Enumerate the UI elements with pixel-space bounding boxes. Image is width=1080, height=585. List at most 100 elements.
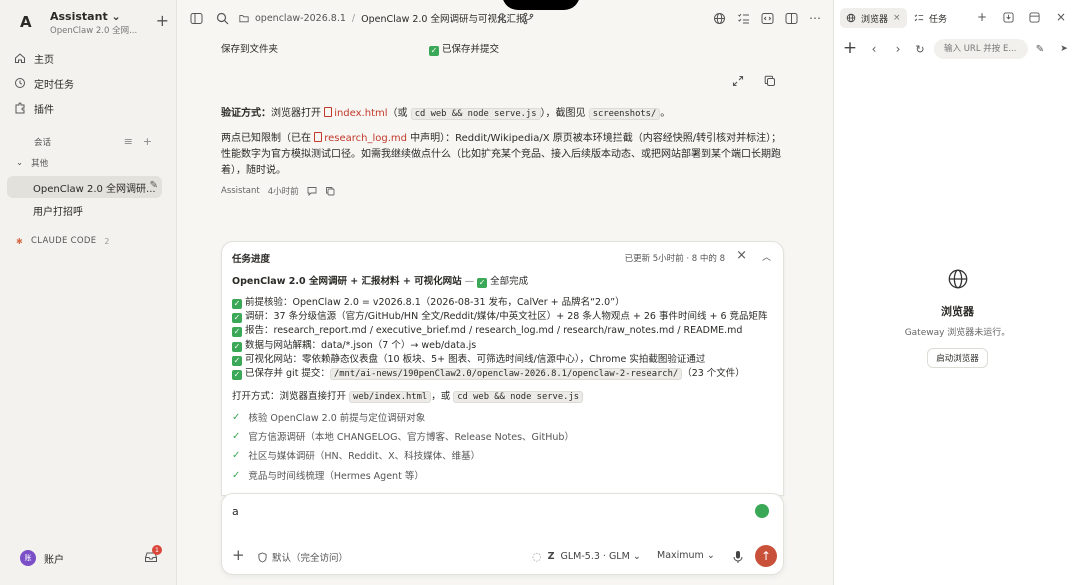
progress-item: ✓ 报告：research_report.md / executive_brief… bbox=[232, 322, 742, 337]
open-label: 打开方式：浏览器直接打开 bbox=[232, 391, 350, 402]
add-session-icon[interactable]: + bbox=[143, 135, 152, 148]
open-method-line: 打开方式：浏览器直接打开 web/index.html ，或 cd web && … bbox=[232, 388, 584, 403]
expand-icon[interactable] bbox=[731, 74, 745, 88]
inline-code: cd web && node serve.js bbox=[453, 391, 584, 403]
chevron-up-icon[interactable]: ︿ bbox=[762, 250, 771, 263]
progress-item-text: 可视化网站：零依赖静态仪表盘（10 板块、5+ 图表、可筛选时间线/信源中心），… bbox=[245, 354, 706, 365]
send-button[interactable]: ↑ bbox=[755, 545, 777, 567]
tab-tasks[interactable]: 任务 bbox=[908, 8, 953, 28]
task-item: ✓ 竞品与时间线梳理（Hermes Agent 等） bbox=[232, 468, 424, 483]
card-title: 任务进度 bbox=[232, 254, 271, 265]
new-chat-button[interactable]: + bbox=[156, 12, 169, 30]
toggle-sidebar-button[interactable] bbox=[187, 9, 205, 27]
model-selector[interactable]: ◌ Z GLM-5.3 · GLM ⌄ bbox=[532, 550, 641, 563]
file-link-research-log[interactable]: research_log.md bbox=[314, 132, 407, 144]
workspace-title[interactable]: Assistant ⌄ bbox=[50, 10, 121, 23]
forward-icon[interactable]: › bbox=[890, 41, 906, 57]
open-or: ，或 bbox=[431, 391, 454, 402]
download-icon bbox=[1002, 11, 1014, 23]
sidebar-item-plugins[interactable]: 插件 bbox=[14, 98, 164, 118]
verify-text: 。 bbox=[660, 108, 671, 119]
composer-input[interactable]: a bbox=[232, 505, 239, 518]
globe-icon bbox=[846, 13, 856, 23]
pencil-icon[interactable]: ✎ bbox=[1032, 41, 1048, 57]
save-label: 保存到文件夹 bbox=[221, 44, 279, 55]
file-icon bbox=[324, 107, 333, 117]
file-link-index[interactable]: index.html bbox=[324, 107, 388, 119]
new-tab-button[interactable]: + bbox=[974, 9, 990, 25]
workspace-switcher[interactable]: A Assistant ⌄ OpenClaw 2.0 全网... + bbox=[14, 10, 169, 36]
verify-lead: 验证方式： bbox=[221, 108, 271, 119]
conversation-item-greeting[interactable]: 用户打招呼 bbox=[7, 199, 162, 221]
save-tab-button[interactable] bbox=[1000, 9, 1016, 25]
web-button[interactable] bbox=[710, 9, 728, 27]
close-panel-button[interactable]: × bbox=[1053, 9, 1069, 25]
inline-code: /mnt/ai-news/190penClaw2.0/openclaw-2026… bbox=[329, 368, 683, 380]
back-icon[interactable]: ‹ bbox=[866, 41, 882, 57]
pencil-icon[interactable]: ✎ bbox=[150, 180, 158, 191]
code-panel-button[interactable] bbox=[758, 9, 776, 27]
progress-item-git: ✓ 已保存并 git 提交：/mnt/ai-news/190penClaw2.0/… bbox=[232, 365, 745, 380]
tab-browser[interactable]: 浏览器 × bbox=[840, 8, 907, 28]
checklist-button[interactable] bbox=[734, 9, 752, 27]
people-button[interactable] bbox=[493, 9, 511, 27]
task-item-text: 竞品与时间线梳理（Hermes Agent 等） bbox=[248, 471, 424, 482]
inbox-button[interactable]: 1 bbox=[144, 545, 162, 564]
task-item-text: 核验 OpenClaw 2.0 前提与定位调研对象 bbox=[248, 413, 426, 424]
attach-button[interactable]: + bbox=[232, 546, 245, 564]
home-icon bbox=[15, 53, 25, 63]
comment-icon[interactable] bbox=[307, 186, 317, 196]
sidebar-item-home[interactable]: 主页 bbox=[14, 48, 164, 68]
plus-icon: + bbox=[976, 10, 988, 24]
progress-item: ✓ 前提核验：OpenClaw 2.0 = v2026.8.1（2026-08-3… bbox=[232, 294, 625, 309]
model-label: GLM-5.3 · GLM ⌄ bbox=[560, 551, 641, 562]
more-icon: ⋯ bbox=[809, 11, 821, 25]
more-button[interactable]: ⋯ bbox=[806, 9, 824, 27]
effort-selector[interactable]: Maximum ⌄ bbox=[657, 550, 715, 561]
plus-icon[interactable]: + bbox=[842, 38, 858, 58]
checkmark-icon: ✓ bbox=[232, 430, 241, 442]
spinner-icon: ◌ bbox=[532, 550, 542, 563]
close-icon[interactable]: × bbox=[893, 13, 901, 23]
bot-status-icon bbox=[755, 504, 769, 518]
sidebar-item-scheduled[interactable]: 定时任务 bbox=[14, 73, 164, 93]
check-icon: ✓ bbox=[232, 370, 242, 380]
panel-layout-button[interactable] bbox=[1026, 9, 1042, 25]
account-button[interactable]: 账 账户 bbox=[20, 550, 64, 566]
task-item-text: 官方信源调研（本地 CHANGELOG、官方博客、Release Notes、G… bbox=[248, 432, 574, 443]
people-icon bbox=[497, 12, 506, 23]
progress-item: ✓ 数据与网站解耦：data/*.json（7 个）→ web/data.js bbox=[232, 337, 476, 352]
search-button[interactable] bbox=[213, 9, 231, 27]
progress-item-text: 报告：research_report.md / executive_brief.… bbox=[245, 325, 743, 336]
url-input[interactable] bbox=[934, 39, 1028, 59]
split-view-button[interactable] bbox=[782, 9, 800, 27]
verify-text: 浏览器打开 bbox=[271, 108, 325, 119]
microphone-icon[interactable] bbox=[732, 550, 744, 564]
claude-code-group[interactable]: ✱ CLAUDE CODE 2 bbox=[16, 236, 110, 246]
reload-icon[interactable]: ↻ bbox=[912, 41, 928, 57]
pointer-icon[interactable]: ➤ bbox=[1056, 41, 1072, 57]
progress-item-text: 数据与网站解耦：data/*.json（7 个）→ web/data.js bbox=[245, 340, 477, 351]
conversation-label: OpenClaw 2.0 全网调研... bbox=[33, 183, 156, 195]
camera-notch bbox=[502, 0, 580, 10]
file-link-label: index.html bbox=[334, 108, 388, 119]
start-browser-button[interactable]: 启动浏览器 bbox=[927, 348, 988, 368]
access-mode-selector[interactable]: 默认（完全访问） bbox=[258, 550, 348, 564]
close-icon[interactable]: × bbox=[736, 248, 747, 263]
branch-button[interactable] bbox=[519, 9, 537, 27]
breadcrumb-folder[interactable]: openclaw-2026.8.1 bbox=[255, 13, 346, 24]
account-label: 账户 bbox=[44, 554, 64, 566]
conversation-item-openclaw[interactable]: OpenClaw 2.0 全网调研... ✎ bbox=[7, 176, 162, 198]
group-toggle-other[interactable]: ⌄ 其他 bbox=[16, 157, 48, 169]
copy-icon[interactable] bbox=[763, 74, 777, 88]
copy-icon[interactable] bbox=[325, 186, 335, 196]
message-composer[interactable]: a + 默认（完全访问） ◌ Z GLM-5.3 · GLM ⌄ Maximum… bbox=[221, 493, 784, 575]
inline-code: web/index.html bbox=[349, 391, 432, 403]
card-updated: 已更新 5小时前 · 8 中的 8 bbox=[624, 254, 725, 264]
sidebar: A Assistant ⌄ OpenClaw 2.0 全网... + 主页 定时… bbox=[0, 0, 177, 585]
headline-text: OpenClaw 2.0 全网调研 + 汇报材料 + 可视化网站 bbox=[232, 276, 462, 287]
message-meta: Assistant 4小时前 bbox=[221, 185, 335, 197]
progress-item: ✓ 调研：37 条分级信源（官方/GitHub/HN 全文/Reddit/媒体/中… bbox=[232, 308, 768, 323]
git-count: （23 个文件） bbox=[682, 368, 745, 379]
filter-icon[interactable]: ≡ bbox=[124, 135, 133, 148]
